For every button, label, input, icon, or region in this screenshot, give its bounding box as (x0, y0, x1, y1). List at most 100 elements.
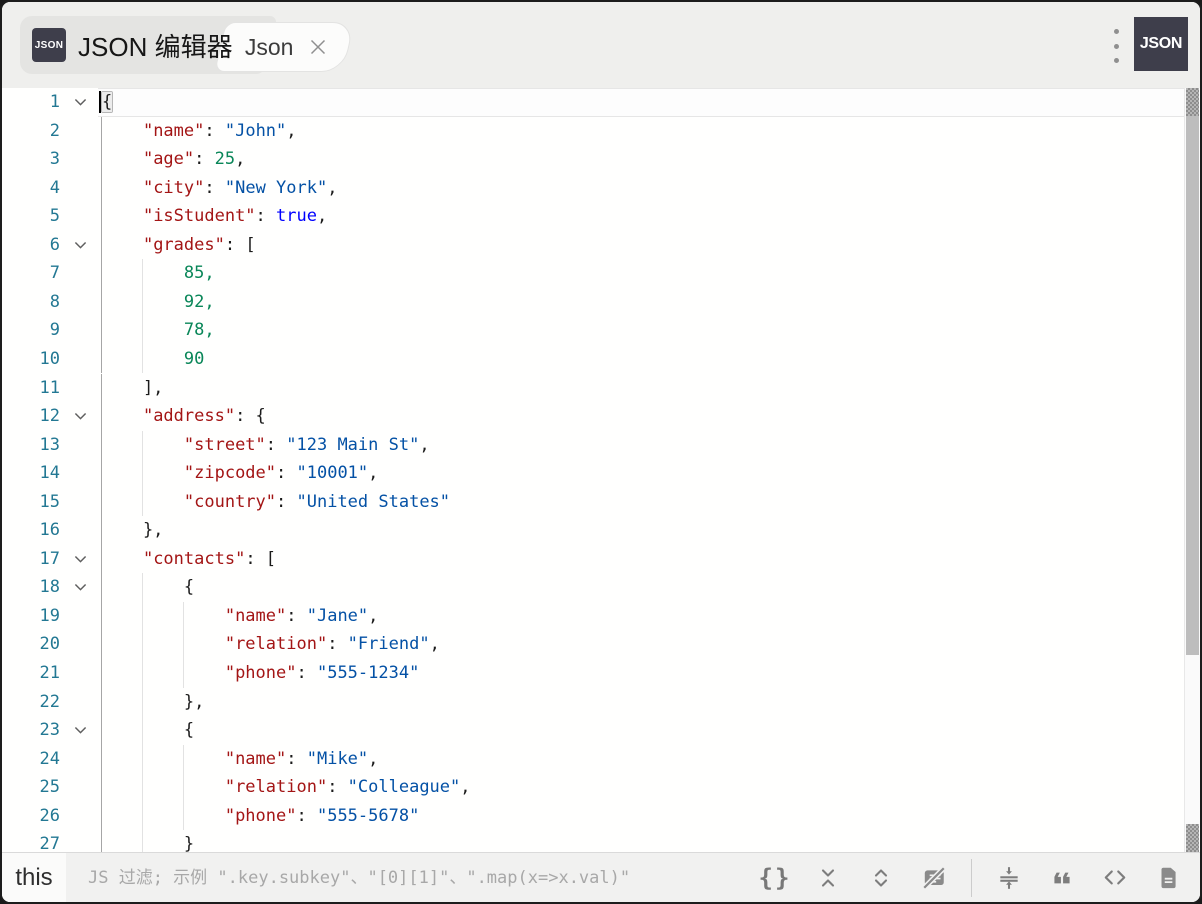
strip-comment-button[interactable] (918, 860, 950, 896)
quotes-button[interactable] (1046, 860, 1078, 896)
fold-chevron-icon[interactable] (64, 545, 96, 574)
indent-guide (142, 830, 143, 852)
scrollbar-bottom-grip[interactable] (1186, 824, 1199, 852)
code-line[interactable]: 6 "grades": [ (2, 231, 1200, 260)
code-token (102, 206, 143, 226)
collapse-all-button[interactable] (812, 860, 844, 896)
code-text[interactable]: } (98, 830, 1185, 852)
code-line[interactable]: 20 "relation": "Friend", (2, 630, 1200, 659)
code-text[interactable]: ], (98, 374, 1185, 403)
code-token: , (286, 121, 296, 141)
filter-input[interactable] (86, 867, 759, 889)
indent-guide (101, 745, 102, 774)
close-icon[interactable] (308, 37, 328, 57)
code-text[interactable]: "country": "United States" (98, 488, 1185, 517)
code-line[interactable]: 16 }, (2, 516, 1200, 545)
code-line[interactable]: 26 "phone": "555-5678" (2, 802, 1200, 831)
collapse-all-icon (817, 867, 839, 889)
code-line[interactable]: 12 "address": { (2, 402, 1200, 431)
fold-chevron-icon[interactable] (64, 716, 96, 745)
line-number: 17 (2, 545, 60, 574)
line-number: 24 (2, 745, 60, 774)
line-number: 5 (2, 202, 60, 231)
compress-button[interactable] (993, 860, 1025, 896)
fold-chevron-icon[interactable] (64, 231, 96, 260)
fold-chevron-icon[interactable] (64, 573, 96, 602)
code-line[interactable]: 10 90 (2, 345, 1200, 374)
code-text[interactable]: "relation": "Colleague", (98, 773, 1185, 802)
document-button[interactable] (1152, 860, 1184, 896)
code-text[interactable]: "name": "Jane", (98, 602, 1185, 631)
code-text[interactable]: "name": "Mike", (98, 745, 1185, 774)
code-line[interactable]: 1{ (2, 88, 1200, 117)
code-line[interactable]: 15 "country": "United States" (2, 488, 1200, 517)
code-text[interactable]: { (98, 88, 1185, 117)
code-text[interactable]: "address": { (98, 402, 1185, 431)
indent-guide (142, 630, 143, 659)
line-number: 8 (2, 288, 60, 317)
code-text[interactable]: "isStudent": true, (98, 202, 1185, 231)
code-text[interactable]: }, (98, 688, 1185, 717)
code-text[interactable]: "relation": "Friend", (98, 630, 1185, 659)
indent-guide (142, 773, 143, 802)
code-token: "phone" (225, 663, 297, 683)
code-token: , (368, 606, 378, 626)
fold-chevron-icon[interactable] (64, 88, 96, 117)
code-line[interactable]: 21 "phone": "555-1234" (2, 659, 1200, 688)
code-line[interactable]: 14 "zipcode": "10001", (2, 459, 1200, 488)
code-text[interactable]: "age": 25, (98, 145, 1185, 174)
code-line[interactable]: 13 "street": "123 Main St", (2, 431, 1200, 460)
code-line[interactable]: 3 "age": 25, (2, 145, 1200, 174)
code-line[interactable]: 18 { (2, 573, 1200, 602)
fold-chevron-icon[interactable] (64, 402, 96, 431)
code-line[interactable]: 7 85, (2, 259, 1200, 288)
code-text[interactable]: "city": "New York", (98, 174, 1185, 203)
code-view-button[interactable] (1099, 860, 1131, 896)
code-text[interactable]: "phone": "555-1234" (98, 659, 1185, 688)
code-line[interactable]: 5 "isStudent": true, (2, 202, 1200, 231)
document-tab[interactable]: Json (214, 22, 354, 72)
code-text[interactable]: "phone": "555-5678" (98, 802, 1185, 831)
json-logo[interactable]: JSON (1134, 17, 1188, 71)
code-line[interactable]: 8 92, (2, 288, 1200, 317)
expand-all-button[interactable] (865, 860, 897, 896)
code-line[interactable]: 9 78, (2, 316, 1200, 345)
code-token: true (276, 206, 317, 226)
code-text[interactable]: "zipcode": "10001", (98, 459, 1185, 488)
indent-guide (142, 259, 143, 288)
kebab-menu-icon[interactable] (1106, 29, 1126, 63)
code-text[interactable]: { (98, 573, 1185, 602)
code-text[interactable]: }, (98, 516, 1185, 545)
scrollbar-thumb[interactable] (1186, 116, 1199, 655)
fold-gutter (64, 202, 96, 231)
code-line[interactable]: 27 } (2, 830, 1200, 852)
indent-guide (101, 117, 102, 146)
code-token (102, 634, 225, 654)
code-line[interactable]: 2 "name": "John", (2, 117, 1200, 146)
code-text[interactable]: { (98, 716, 1185, 745)
scrollbar-top-grip[interactable] (1186, 88, 1199, 116)
format-button[interactable]: {} (759, 860, 791, 896)
fold-gutter (64, 773, 96, 802)
code-text[interactable]: "contacts": [ (98, 545, 1185, 574)
code-line[interactable]: 17 "contacts": [ (2, 545, 1200, 574)
code-line[interactable]: 24 "name": "Mike", (2, 745, 1200, 774)
code-text[interactable]: 92, (98, 288, 1185, 317)
code-line[interactable]: 19 "name": "Jane", (2, 602, 1200, 631)
code-text[interactable]: 85, (98, 259, 1185, 288)
code-text[interactable]: "name": "John", (98, 117, 1185, 146)
fold-gutter (64, 345, 96, 374)
indent-guide (101, 545, 102, 574)
code-line[interactable]: 11 ], (2, 374, 1200, 403)
code-editor[interactable]: 1{2 "name": "John",3 "age": 25,4 "city":… (2, 88, 1200, 852)
code-line[interactable]: 25 "relation": "Colleague", (2, 773, 1200, 802)
code-text[interactable]: 90 (98, 345, 1185, 374)
code-line[interactable]: 4 "city": "New York", (2, 174, 1200, 203)
code-text[interactable]: 78, (98, 316, 1185, 345)
code-token: "10001" (297, 463, 369, 483)
indent-guide (101, 402, 102, 431)
code-text[interactable]: "street": "123 Main St", (98, 431, 1185, 460)
code-line[interactable]: 23 { (2, 716, 1200, 745)
code-line[interactable]: 22 }, (2, 688, 1200, 717)
code-text[interactable]: "grades": [ (98, 231, 1185, 260)
